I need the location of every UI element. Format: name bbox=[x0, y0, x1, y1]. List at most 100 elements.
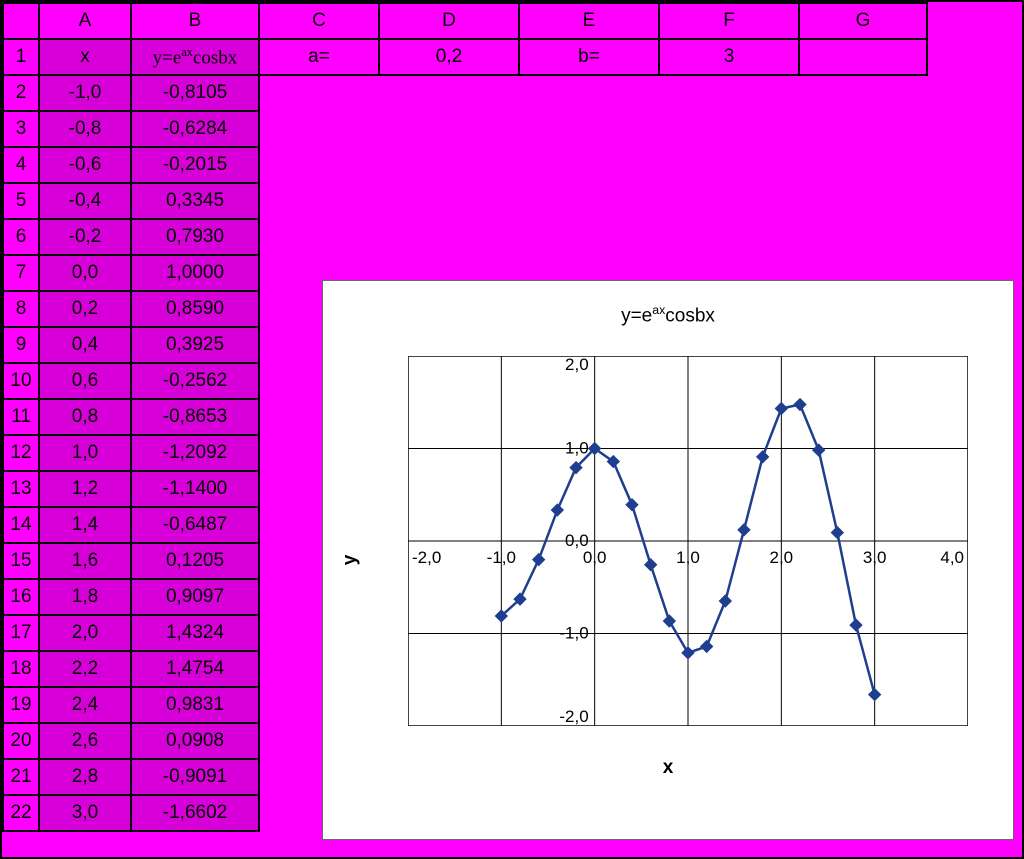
row-header[interactable]: 20 bbox=[3, 723, 39, 759]
row-header[interactable]: 13 bbox=[3, 471, 39, 507]
cell-E1[interactable]: b= bbox=[519, 39, 659, 75]
cell-A6[interactable]: -0,2 bbox=[39, 219, 131, 255]
row-header[interactable]: 19 bbox=[3, 687, 39, 723]
y-axis-label: y bbox=[339, 555, 361, 566]
row-header[interactable]: 12 bbox=[3, 435, 39, 471]
cell-A2[interactable]: -1,0 bbox=[39, 75, 131, 111]
cell-B14[interactable]: -0,6487 bbox=[131, 507, 259, 543]
cell-A16[interactable]: 1,8 bbox=[39, 579, 131, 615]
cell-B16[interactable]: 0,9097 bbox=[131, 579, 259, 615]
table-row: 2-1,0-0,8105 bbox=[3, 75, 927, 111]
chart-container[interactable]: y=eaxcosbx y x -2,0-1,00,01,02,03,04,0-2… bbox=[322, 280, 1014, 840]
cell-B17[interactable]: 1,4324 bbox=[131, 615, 259, 651]
cell-A12[interactable]: 1,0 bbox=[39, 435, 131, 471]
row-header[interactable]: 11 bbox=[3, 399, 39, 435]
chart-plot-area: -2,0-1,00,01,02,03,04,0-2,0-1,00,01,02,0 bbox=[408, 356, 968, 726]
row-header[interactable]: 16 bbox=[3, 579, 39, 615]
cell-B8[interactable]: 0,8590 bbox=[131, 291, 259, 327]
cell-B11[interactable]: -0,8653 bbox=[131, 399, 259, 435]
row-header[interactable]: 7 bbox=[3, 255, 39, 291]
row-header[interactable]: 3 bbox=[3, 111, 39, 147]
col-header-C[interactable]: C bbox=[259, 3, 379, 39]
cell-D1[interactable]: 0,2 bbox=[379, 39, 519, 75]
svg-text:4,0: 4,0 bbox=[940, 548, 964, 567]
table-row: 6-0,20,7930 bbox=[3, 219, 927, 255]
cell-A5[interactable]: -0,4 bbox=[39, 183, 131, 219]
cell-A7[interactable]: 0,0 bbox=[39, 255, 131, 291]
cell-A21[interactable]: 2,8 bbox=[39, 759, 131, 795]
cell-B9[interactable]: 0,3925 bbox=[131, 327, 259, 363]
col-header-A[interactable]: A bbox=[39, 3, 131, 39]
cell-A17[interactable]: 2,0 bbox=[39, 615, 131, 651]
cell-A19[interactable]: 2,4 bbox=[39, 687, 131, 723]
table-row: 5-0,40,3345 bbox=[3, 183, 927, 219]
cell-B21[interactable]: -0,9091 bbox=[131, 759, 259, 795]
svg-text:1,0: 1,0 bbox=[565, 439, 589, 458]
cell-B3[interactable]: -0,6284 bbox=[131, 111, 259, 147]
row-header[interactable]: 4 bbox=[3, 147, 39, 183]
cell-B20[interactable]: 0,0908 bbox=[131, 723, 259, 759]
cell-B2[interactable]: -0,8105 bbox=[131, 75, 259, 111]
cell-A1[interactable]: x bbox=[39, 39, 131, 75]
row-header[interactable]: 15 bbox=[3, 543, 39, 579]
cell-A15[interactable]: 1,6 bbox=[39, 543, 131, 579]
cell-B19[interactable]: 0,9831 bbox=[131, 687, 259, 723]
cell-B15[interactable]: 0,1205 bbox=[131, 543, 259, 579]
col-header-G[interactable]: G bbox=[799, 3, 927, 39]
cell-B13[interactable]: -1,1400 bbox=[131, 471, 259, 507]
row-header[interactable]: 9 bbox=[3, 327, 39, 363]
table-row: 3-0,8-0,6284 bbox=[3, 111, 927, 147]
row-header[interactable]: 22 bbox=[3, 795, 39, 831]
cell-B1[interactable]: y=eaxcosbx bbox=[131, 39, 259, 75]
chart-title: y=eaxcosbx bbox=[323, 303, 1013, 327]
svg-text:-1,0: -1,0 bbox=[487, 548, 516, 567]
cell-A4[interactable]: -0,6 bbox=[39, 147, 131, 183]
col-header-B[interactable]: B bbox=[131, 3, 259, 39]
svg-text:2,0: 2,0 bbox=[770, 548, 794, 567]
column-header-row: A B C D E F G bbox=[3, 3, 927, 39]
row-header[interactable]: 14 bbox=[3, 507, 39, 543]
svg-text:-2,0: -2,0 bbox=[559, 707, 588, 726]
cell-A8[interactable]: 0,2 bbox=[39, 291, 131, 327]
cell-B12[interactable]: -1,2092 bbox=[131, 435, 259, 471]
cell-B18[interactable]: 1,4754 bbox=[131, 651, 259, 687]
row-header[interactable]: 21 bbox=[3, 759, 39, 795]
svg-text:0,0: 0,0 bbox=[565, 531, 589, 550]
cell-A11[interactable]: 0,8 bbox=[39, 399, 131, 435]
row-header[interactable]: 17 bbox=[3, 615, 39, 651]
cell-B10[interactable]: -0,2562 bbox=[131, 363, 259, 399]
svg-text:2,0: 2,0 bbox=[565, 356, 589, 374]
cell-B7[interactable]: 1,0000 bbox=[131, 255, 259, 291]
col-header-D[interactable]: D bbox=[379, 3, 519, 39]
cell-B22[interactable]: -1,6602 bbox=[131, 795, 259, 831]
row-header[interactable]: 2 bbox=[3, 75, 39, 111]
row-header[interactable]: 6 bbox=[3, 219, 39, 255]
cell-A13[interactable]: 1,2 bbox=[39, 471, 131, 507]
col-header-E[interactable]: E bbox=[519, 3, 659, 39]
cell-A3[interactable]: -0,8 bbox=[39, 111, 131, 147]
svg-text:3,0: 3,0 bbox=[863, 548, 887, 567]
cell-A9[interactable]: 0,4 bbox=[39, 327, 131, 363]
row-header[interactable]: 10 bbox=[3, 363, 39, 399]
row-header[interactable]: 5 bbox=[3, 183, 39, 219]
row-header[interactable]: 18 bbox=[3, 651, 39, 687]
cell-B6[interactable]: 0,7930 bbox=[131, 219, 259, 255]
cell-A14[interactable]: 1,4 bbox=[39, 507, 131, 543]
cell-B4[interactable]: -0,2015 bbox=[131, 147, 259, 183]
x-axis-label: x bbox=[323, 757, 1013, 779]
cell-F1[interactable]: 3 bbox=[659, 39, 799, 75]
cell-G1[interactable] bbox=[799, 39, 927, 75]
cell-A18[interactable]: 2,2 bbox=[39, 651, 131, 687]
svg-text:0,0: 0,0 bbox=[583, 548, 607, 567]
cell-B5[interactable]: 0,3345 bbox=[131, 183, 259, 219]
table-row: 1xy=eaxcosbxa=0,2b=3 bbox=[3, 39, 927, 75]
row-header[interactable]: 8 bbox=[3, 291, 39, 327]
svg-text:1,0: 1,0 bbox=[676, 548, 700, 567]
col-header-F[interactable]: F bbox=[659, 3, 799, 39]
cell-C1[interactable]: a= bbox=[259, 39, 379, 75]
row-header[interactable]: 1 bbox=[3, 39, 39, 75]
cell-A20[interactable]: 2,6 bbox=[39, 723, 131, 759]
corner-cell[interactable] bbox=[3, 3, 39, 39]
cell-A10[interactable]: 0,6 bbox=[39, 363, 131, 399]
cell-A22[interactable]: 3,0 bbox=[39, 795, 131, 831]
